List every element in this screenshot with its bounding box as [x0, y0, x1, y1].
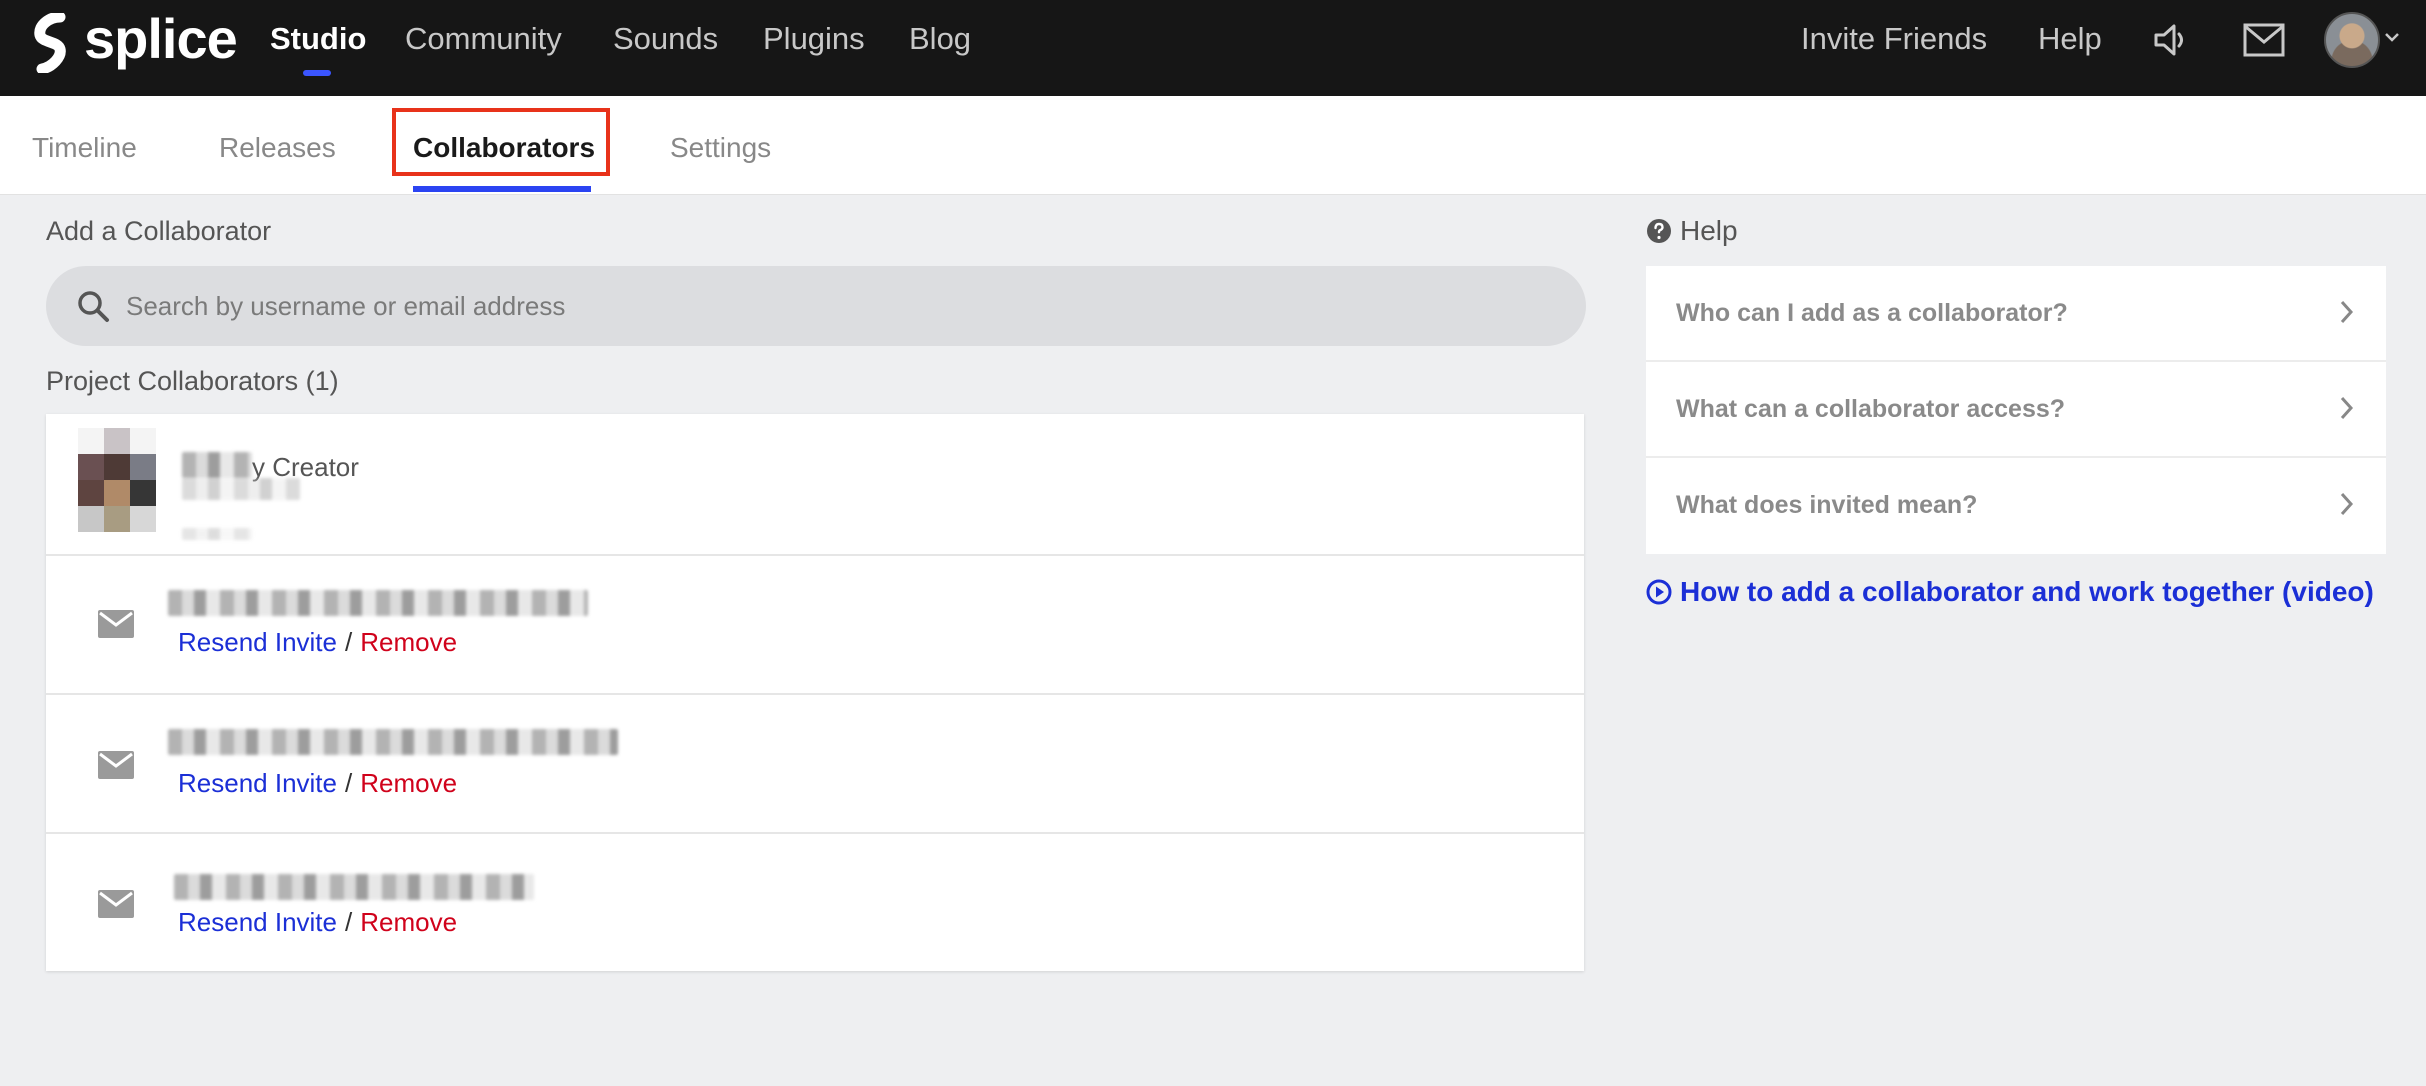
help-video-label: How to add a collaborator and work toget… [1680, 576, 2374, 607]
tab-collaborators[interactable]: Collaborators [413, 130, 595, 166]
separator: / [344, 627, 353, 657]
add-collaborator-title: Add a Collaborator [46, 216, 272, 246]
collaborator-invite-row: Resend Invite / Remove [46, 556, 1584, 695]
redacted-detail [182, 528, 252, 540]
speaker-icon[interactable] [2150, 18, 2190, 62]
collaborator-invite-row: Resend Invite / Remove [46, 695, 1584, 834]
top-navigation-bar: splice Studio Community Sounds Plugins B… [0, 0, 2426, 96]
collaborator-list: y Creator Resend Invite / Remove Resend In… [46, 414, 1584, 971]
chevron-right-icon [2340, 396, 2354, 420]
envelope-icon [98, 890, 134, 918]
brand-name: splice [84, 7, 238, 70]
remove-link[interactable]: Remove [360, 907, 457, 937]
owner-avatar [78, 428, 156, 532]
nav-blog[interactable]: Blog [909, 18, 971, 60]
envelope-icon [98, 751, 134, 779]
remove-link[interactable]: Remove [360, 627, 457, 657]
splice-logo-icon [34, 13, 66, 73]
redacted-email [174, 874, 534, 900]
collaborator-owner-row: y Creator [46, 414, 1584, 556]
chevron-right-icon [2340, 300, 2354, 324]
help-heading: Help [1646, 214, 1738, 248]
resend-invite-link[interactable]: Resend Invite [178, 907, 337, 937]
tab-releases[interactable]: Releases [219, 130, 336, 166]
separator: / [344, 907, 353, 937]
help-title: Help [1680, 215, 1738, 246]
redacted-email [168, 590, 588, 616]
help-item-what-access[interactable]: What can a collaborator access? [1646, 362, 2386, 458]
mail-icon[interactable] [2242, 18, 2286, 62]
resend-invite-link[interactable]: Resend Invite [178, 627, 337, 657]
collaborator-invite-row: Resend Invite / Remove [46, 834, 1584, 971]
redacted-detail [182, 478, 300, 500]
question-circle-icon [1647, 219, 1671, 243]
nav-community[interactable]: Community [405, 18, 562, 60]
separator: / [344, 768, 353, 798]
chevron-right-icon [2340, 492, 2354, 516]
help-question: What does invited mean? [1676, 491, 1978, 519]
resend-invite-link[interactable]: Resend Invite [178, 768, 337, 798]
envelope-icon [98, 610, 134, 638]
project-collaborators-title: Project Collaborators (1) [46, 366, 339, 396]
search-icon [78, 291, 109, 322]
search-bar[interactable] [46, 266, 1586, 346]
search-input[interactable] [124, 289, 1528, 323]
nav-sounds[interactable]: Sounds [613, 18, 718, 60]
play-circle-icon [1646, 579, 1672, 605]
help-item-invited-meaning[interactable]: What does invited mean? [1646, 458, 2386, 554]
nav-studio[interactable]: Studio [270, 18, 366, 60]
project-tabs: Timeline Releases Collaborators Settings [0, 96, 2426, 195]
help-item-who-can-add[interactable]: Who can I add as a collaborator? [1646, 266, 2386, 362]
tab-active-indicator [413, 186, 591, 192]
splice-logo[interactable]: splice [30, 7, 238, 76]
help-faq-list: Who can I add as a collaborator? What ca… [1646, 266, 2386, 554]
tab-timeline[interactable]: Timeline [32, 130, 137, 166]
help-question: What can a collaborator access? [1676, 395, 2066, 423]
nav-plugins[interactable]: Plugins [763, 18, 865, 60]
help-video-link[interactable]: How to add a collaborator and work toget… [1646, 574, 2374, 610]
help-question: Who can I add as a collaborator? [1676, 299, 2068, 327]
remove-link[interactable]: Remove [360, 768, 457, 798]
tab-settings[interactable]: Settings [670, 130, 771, 166]
redacted-email [168, 729, 618, 755]
chevron-down-icon[interactable] [2384, 30, 2400, 48]
nav-active-indicator [303, 70, 331, 76]
redacted-username [182, 452, 252, 478]
invite-friends-link[interactable]: Invite Friends [1801, 18, 1987, 60]
user-avatar[interactable] [2324, 12, 2380, 68]
help-link[interactable]: Help [2038, 18, 2102, 60]
